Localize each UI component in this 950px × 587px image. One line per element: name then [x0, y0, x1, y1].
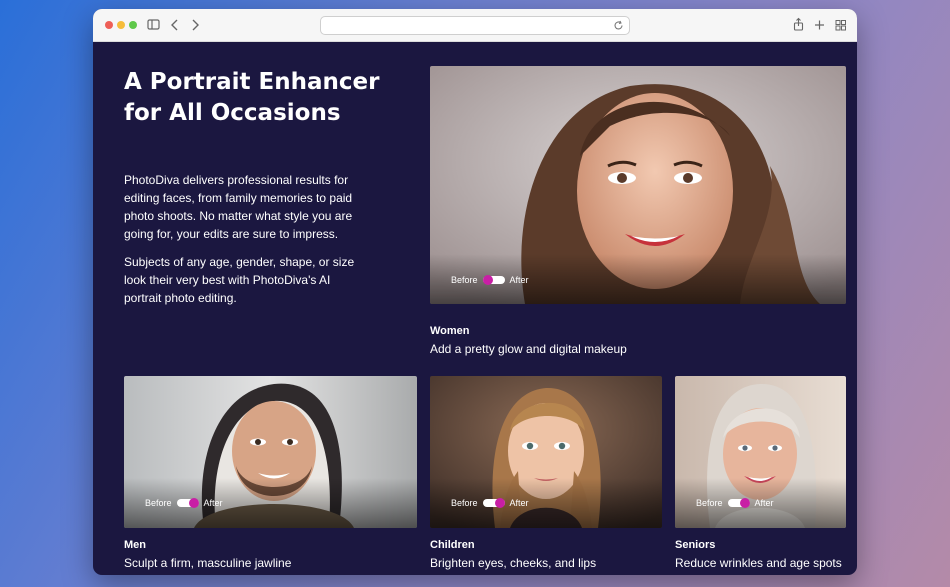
after-label: After — [754, 498, 774, 508]
browser-toolbar — [93, 9, 857, 42]
before-label: Before — [145, 498, 172, 508]
card-subtitle-seniors: Reduce wrinkles and age spots — [675, 556, 842, 570]
hero-paragraph-2: Subjects of any age, gender, shape, or s… — [124, 255, 355, 305]
toggle-switch[interactable] — [482, 275, 505, 285]
minimize-window-button[interactable] — [117, 21, 125, 29]
forward-icon[interactable] — [189, 15, 201, 35]
card-subtitle-men: Sculpt a firm, masculine jawline — [124, 556, 292, 570]
before-after-toggle[interactable]: Before After — [451, 275, 529, 285]
before-label: Before — [451, 275, 478, 285]
men-portrait-image: Before After — [124, 376, 417, 528]
toggle-knob[interactable] — [188, 498, 199, 508]
address-bar[interactable] — [320, 16, 630, 35]
hero-paragraph-1: PhotoDiva delivers professional results … — [124, 173, 353, 241]
after-label: After — [509, 275, 529, 285]
before-after-toggle[interactable]: Before After — [696, 498, 774, 508]
hero-title: A Portrait Enhancer for All Occasions — [124, 69, 380, 126]
reload-icon[interactable] — [613, 20, 624, 31]
zoom-window-button[interactable] — [129, 21, 137, 29]
before-label: Before — [451, 498, 478, 508]
share-icon[interactable] — [792, 15, 805, 35]
toggle-switch[interactable] — [482, 498, 505, 508]
before-label: Before — [696, 498, 723, 508]
card-title-seniors: Seniors — [675, 539, 716, 551]
new-tab-icon[interactable] — [813, 15, 826, 35]
card-subtitle-children: Brighten eyes, cheeks, and lips — [430, 556, 597, 570]
card-title-women: Women — [430, 325, 470, 337]
before-after-toggle[interactable]: Before After — [145, 498, 223, 508]
children-portrait-image: Before After — [430, 376, 662, 528]
sidebar-icon[interactable] — [147, 15, 161, 35]
page-content: A Portrait Enhancer for All Occasions Ph… — [93, 42, 857, 575]
toggle-switch[interactable] — [176, 498, 199, 508]
toggle-knob[interactable] — [739, 498, 750, 508]
card-subtitle-women: Add a pretty glow and digital makeup — [430, 342, 627, 356]
tab-overview-icon[interactable] — [834, 15, 847, 35]
card-title-men: Men — [124, 539, 146, 551]
seniors-portrait-image: Before After — [675, 376, 846, 528]
toggle-switch[interactable] — [727, 498, 750, 508]
after-label: After — [203, 498, 223, 508]
toggle-knob[interactable] — [482, 275, 493, 285]
close-window-button[interactable] — [105, 21, 113, 29]
card-title-children: Children — [430, 539, 475, 551]
browser-window: A Portrait Enhancer for All Occasions Ph… — [93, 9, 857, 575]
women-portrait-image: Before After — [430, 66, 846, 304]
toggle-knob[interactable] — [494, 498, 505, 508]
back-icon[interactable] — [169, 15, 181, 35]
after-label: After — [509, 498, 529, 508]
before-after-toggle[interactable]: Before After — [451, 498, 529, 508]
